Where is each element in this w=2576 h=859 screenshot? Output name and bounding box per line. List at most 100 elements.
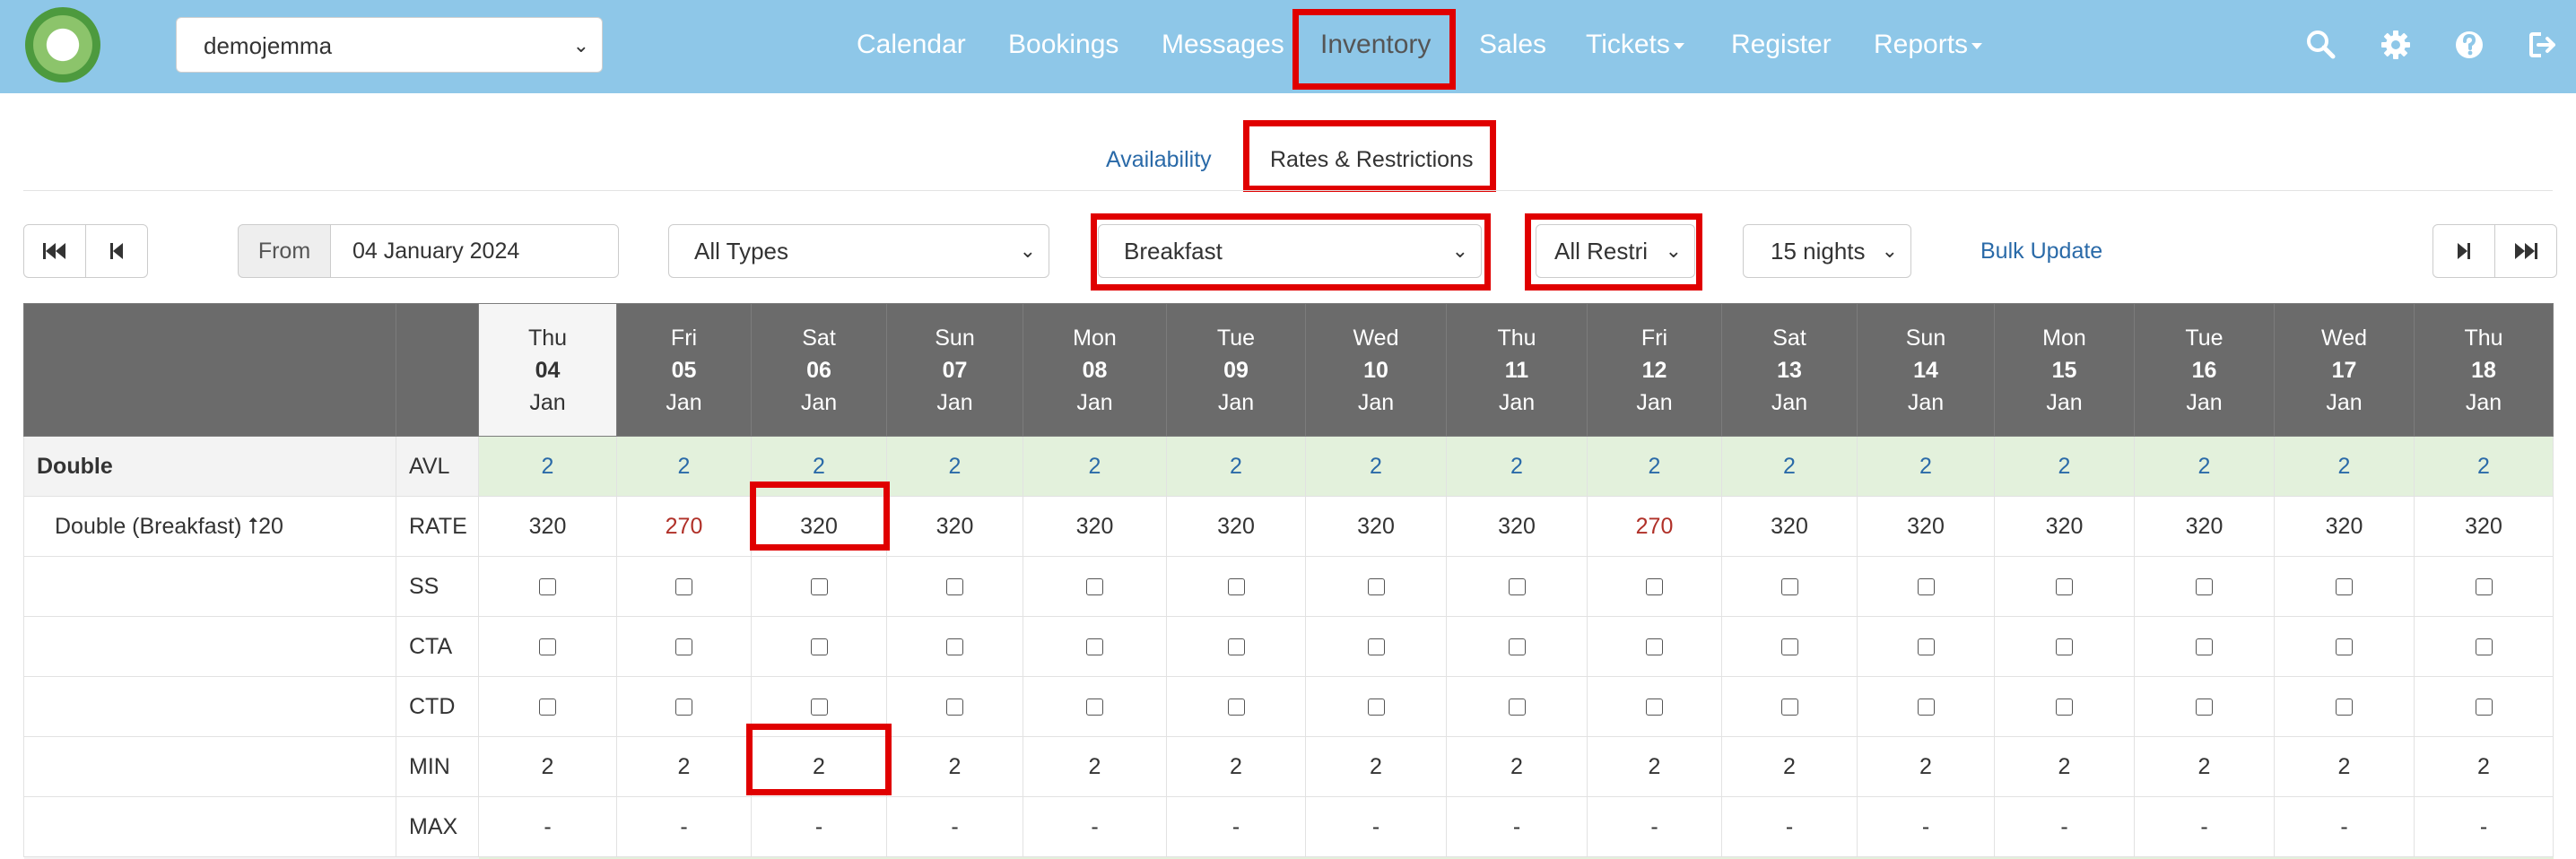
- step-backward-button[interactable]: [85, 225, 146, 277]
- max-stay-cell[interactable]: -: [2274, 796, 2415, 857]
- cta-checkbox[interactable]: [1780, 638, 1798, 656]
- ctd-checkbox[interactable]: [1917, 698, 1935, 716]
- stop-sell-checkbox[interactable]: [810, 578, 828, 596]
- rate-cell[interactable]: 320: [478, 496, 617, 557]
- ctd-checkbox[interactable]: [2336, 698, 2353, 716]
- nav-sales[interactable]: Sales: [1479, 0, 1546, 93]
- cta-checkbox[interactable]: [1227, 638, 1245, 656]
- cta-checkbox[interactable]: [1917, 638, 1935, 656]
- ctd-checkbox[interactable]: [675, 698, 692, 716]
- max-stay-cell[interactable]: -: [2134, 796, 2275, 857]
- cta-checkbox[interactable]: [810, 638, 828, 656]
- stop-sell-checkbox[interactable]: [1646, 578, 1663, 596]
- ctd-checkbox[interactable]: [539, 698, 556, 716]
- max-stay-cell[interactable]: -: [1305, 796, 1447, 857]
- nav-inventory[interactable]: Inventory: [1320, 0, 1431, 93]
- stop-sell-checkbox[interactable]: [1508, 578, 1526, 596]
- rate-cell[interactable]: 270: [1587, 496, 1722, 557]
- min-stay-cell[interactable]: 2: [1994, 736, 2135, 797]
- cta-checkbox[interactable]: [539, 638, 556, 656]
- min-stay-cell[interactable]: 2: [751, 736, 887, 797]
- stop-sell-checkbox[interactable]: [1917, 578, 1935, 596]
- rate-cell[interactable]: 320: [2134, 496, 2275, 557]
- cta-checkbox[interactable]: [946, 638, 963, 656]
- avl-cell[interactable]: 2: [478, 436, 617, 497]
- avl-cell[interactable]: 2: [1857, 436, 1995, 497]
- rate-cell[interactable]: 320: [1994, 496, 2135, 557]
- tab-availability[interactable]: Availability: [1106, 143, 1212, 176]
- rate-cell[interactable]: 320: [2274, 496, 2415, 557]
- avl-cell[interactable]: 2: [2274, 436, 2415, 497]
- min-stay-cell[interactable]: 2: [1587, 736, 1722, 797]
- rate-cell[interactable]: 320: [751, 496, 887, 557]
- cta-checkbox[interactable]: [2196, 638, 2213, 656]
- max-stay-cell[interactable]: -: [751, 796, 887, 857]
- max-stay-cell[interactable]: -: [1166, 796, 1306, 857]
- rate-cell[interactable]: 320: [886, 496, 1023, 557]
- cta-checkbox[interactable]: [2056, 638, 2073, 656]
- rate-cell[interactable]: 320: [1166, 496, 1306, 557]
- rate-cell[interactable]: 320: [2414, 496, 2554, 557]
- restrictions-select[interactable]: All Restri ⌄: [1536, 224, 1695, 278]
- help-icon[interactable]: [2451, 27, 2487, 63]
- min-stay-cell[interactable]: 2: [616, 736, 752, 797]
- rate-cell[interactable]: 270: [616, 496, 752, 557]
- nav-reports[interactable]: Reports: [1874, 0, 1983, 93]
- avl-cell[interactable]: 2: [1587, 436, 1722, 497]
- rate-cell[interactable]: 320: [1023, 496, 1167, 557]
- nav-calendar[interactable]: Calendar: [857, 0, 966, 93]
- min-stay-cell[interactable]: 2: [1023, 736, 1167, 797]
- ctd-checkbox[interactable]: [1508, 698, 1526, 716]
- stop-sell-checkbox[interactable]: [2056, 578, 2073, 596]
- stop-sell-checkbox[interactable]: [675, 578, 692, 596]
- search-icon[interactable]: [2303, 27, 2339, 63]
- nav-register[interactable]: Register: [1731, 0, 1832, 93]
- max-stay-cell[interactable]: -: [1721, 796, 1858, 857]
- min-stay-cell[interactable]: 2: [1305, 736, 1447, 797]
- from-date-input[interactable]: 04 January 2024: [330, 224, 619, 278]
- cta-checkbox[interactable]: [1508, 638, 1526, 656]
- ctd-checkbox[interactable]: [2475, 698, 2493, 716]
- max-stay-cell[interactable]: -: [2414, 796, 2554, 857]
- ctd-checkbox[interactable]: [2056, 698, 2073, 716]
- min-stay-cell[interactable]: 2: [886, 736, 1023, 797]
- stop-sell-checkbox[interactable]: [1227, 578, 1245, 596]
- ctd-checkbox[interactable]: [2196, 698, 2213, 716]
- cta-checkbox[interactable]: [2336, 638, 2353, 656]
- nav-bookings[interactable]: Bookings: [1008, 0, 1118, 93]
- max-stay-cell[interactable]: -: [1587, 796, 1722, 857]
- max-stay-cell[interactable]: -: [1857, 796, 1995, 857]
- stop-sell-checkbox[interactable]: [1780, 578, 1798, 596]
- gear-icon[interactable]: [2378, 27, 2414, 63]
- stop-sell-checkbox[interactable]: [2475, 578, 2493, 596]
- min-stay-cell[interactable]: 2: [1166, 736, 1306, 797]
- avl-cell[interactable]: 2: [616, 436, 752, 497]
- tab-rates-restrictions[interactable]: Rates & Restrictions: [1270, 143, 1473, 176]
- room-type-select[interactable]: All Types ⌄: [668, 224, 1049, 278]
- ctd-checkbox[interactable]: [946, 698, 963, 716]
- cta-checkbox[interactable]: [1367, 638, 1385, 656]
- max-stay-cell[interactable]: -: [478, 796, 617, 857]
- avl-cell[interactable]: 2: [1446, 436, 1588, 497]
- cta-checkbox[interactable]: [675, 638, 692, 656]
- nights-select[interactable]: 15 nights ⌄: [1743, 224, 1911, 278]
- max-stay-cell[interactable]: -: [1446, 796, 1588, 857]
- avl-cell[interactable]: 2: [1721, 436, 1858, 497]
- avl-cell[interactable]: 2: [1994, 436, 2135, 497]
- rate-plan-select[interactable]: Breakfast ⌄: [1098, 224, 1482, 278]
- nav-messages[interactable]: Messages: [1162, 0, 1284, 93]
- cta-checkbox[interactable]: [1086, 638, 1103, 656]
- min-stay-cell[interactable]: 2: [2274, 736, 2415, 797]
- rate-cell[interactable]: 320: [1721, 496, 1858, 557]
- app-logo[interactable]: [25, 7, 100, 82]
- stop-sell-checkbox[interactable]: [2196, 578, 2213, 596]
- cta-checkbox[interactable]: [1646, 638, 1663, 656]
- min-stay-cell[interactable]: 2: [2134, 736, 2275, 797]
- stop-sell-checkbox[interactable]: [539, 578, 556, 596]
- nav-tickets[interactable]: Tickets: [1586, 0, 1684, 93]
- max-stay-cell[interactable]: -: [616, 796, 752, 857]
- property-select[interactable]: demojemma ⌄: [176, 17, 603, 73]
- ctd-checkbox[interactable]: [1086, 698, 1103, 716]
- stop-sell-checkbox[interactable]: [1367, 578, 1385, 596]
- max-stay-cell[interactable]: -: [1023, 796, 1167, 857]
